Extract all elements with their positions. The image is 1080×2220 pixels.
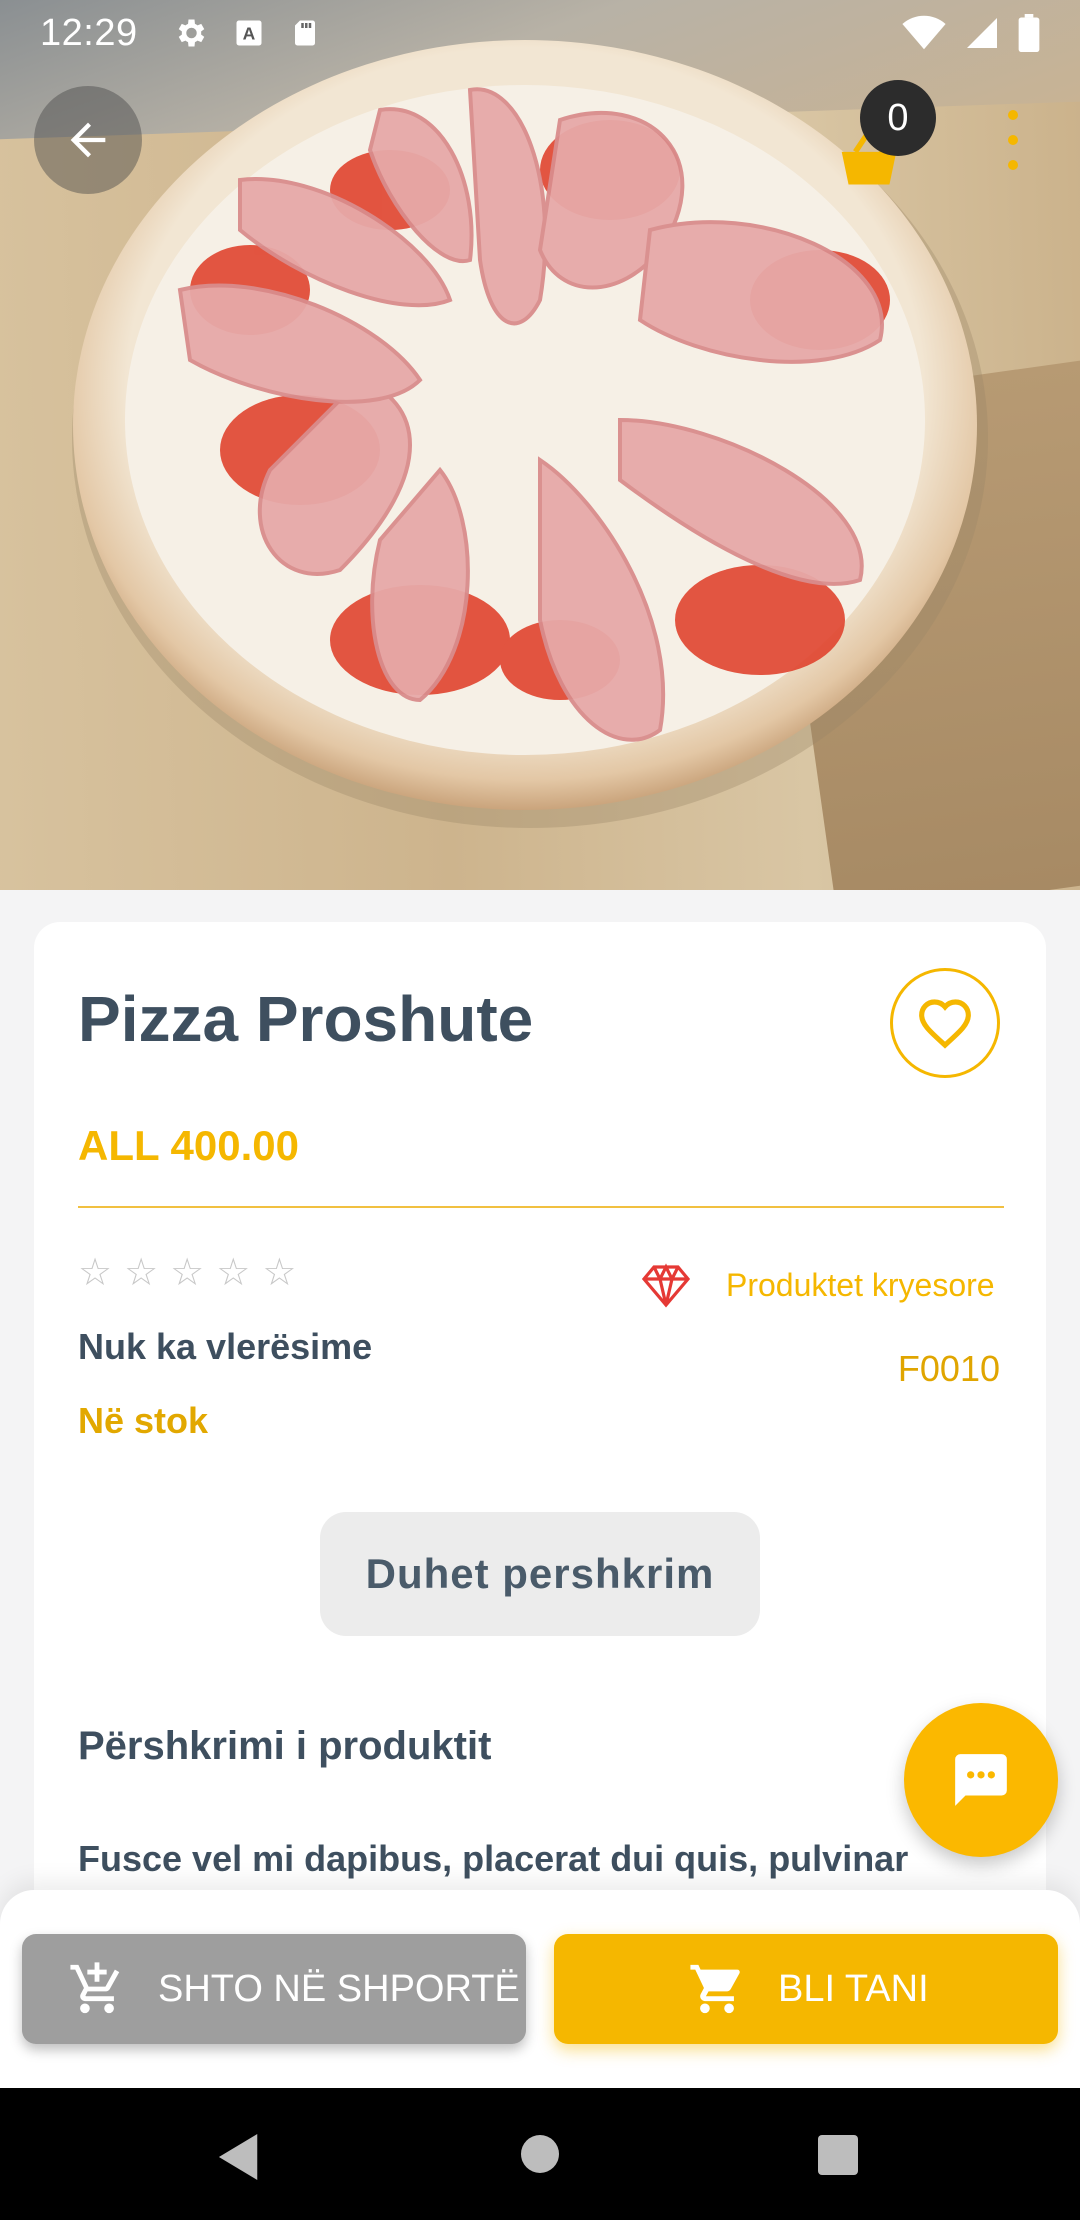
star-icon: ☆: [170, 1252, 205, 1294]
description-section-title: Përshkrimi i produktit: [78, 1724, 492, 1768]
settings-icon: [178, 19, 204, 47]
more-options-button[interactable]: [990, 110, 1036, 170]
star-icon: ☆: [216, 1252, 251, 1294]
product-detail-screen: 12:29 A 0 Pizza Proshute ALL 400.00 ☆ ☆ …: [0, 0, 1080, 2220]
battery-icon: [1018, 14, 1040, 52]
chat-bubble-icon: [955, 1754, 1007, 1806]
nav-home-icon[interactable]: [521, 2135, 559, 2173]
description-needed-button[interactable]: Duhet pershkrim: [320, 1512, 760, 1636]
bottom-action-bar: SHTO NË SHPORTË BLI TANI: [0, 1890, 1080, 2088]
featured-badge: Produktet kryesore: [642, 1262, 995, 1308]
add-to-cart-button[interactable]: SHTO NË SHPORTË: [22, 1934, 526, 2044]
more-vert-icon: [1008, 110, 1018, 120]
add-to-cart-label: SHTO NË SHPORTË: [158, 1967, 520, 2010]
sd-card-icon: [294, 20, 315, 46]
chat-button[interactable]: [904, 1703, 1058, 1857]
product-price: ALL 400.00: [78, 1122, 300, 1169]
rating-stars[interactable]: ☆ ☆ ☆ ☆ ☆: [78, 1254, 296, 1292]
status-bar: 12:29 A: [0, 0, 1080, 66]
star-icon: ☆: [262, 1252, 297, 1294]
a-icon: A: [236, 20, 262, 46]
featured-label: Produktet kryesore: [726, 1266, 995, 1303]
svg-text:A: A: [242, 23, 255, 43]
stock-status: Në stok: [78, 1400, 209, 1441]
nav-back-icon[interactable]: [218, 2134, 262, 2180]
heart-icon: [919, 999, 971, 1049]
cart-count-badge: 0: [860, 80, 936, 156]
favorite-button[interactable]: [890, 968, 1000, 1078]
shopping-cart-icon: [690, 1964, 740, 2014]
divider: [78, 1206, 1004, 1208]
signal-icon: [967, 18, 997, 48]
buy-now-label: BLI TANI: [778, 1967, 929, 2010]
status-time: 12:29: [40, 11, 138, 54]
back-arrow-icon: [70, 122, 106, 158]
star-icon: ☆: [78, 1252, 113, 1294]
no-ratings-text: Nuk ka vlerësime: [78, 1326, 373, 1367]
diamond-icon: [642, 1263, 690, 1308]
star-icon: ☆: [124, 1252, 159, 1294]
product-sku: F0010: [897, 1348, 1000, 1389]
back-button[interactable]: [34, 86, 142, 194]
nav-recents-icon[interactable]: [818, 2135, 858, 2175]
product-title: Pizza Proshute: [78, 983, 534, 1055]
wifi-icon: [902, 15, 946, 50]
system-navigation-bar: [0, 2088, 1080, 2220]
add-shopping-cart-icon: [70, 1962, 120, 2014]
buy-now-button[interactable]: BLI TANI: [554, 1934, 1058, 2044]
